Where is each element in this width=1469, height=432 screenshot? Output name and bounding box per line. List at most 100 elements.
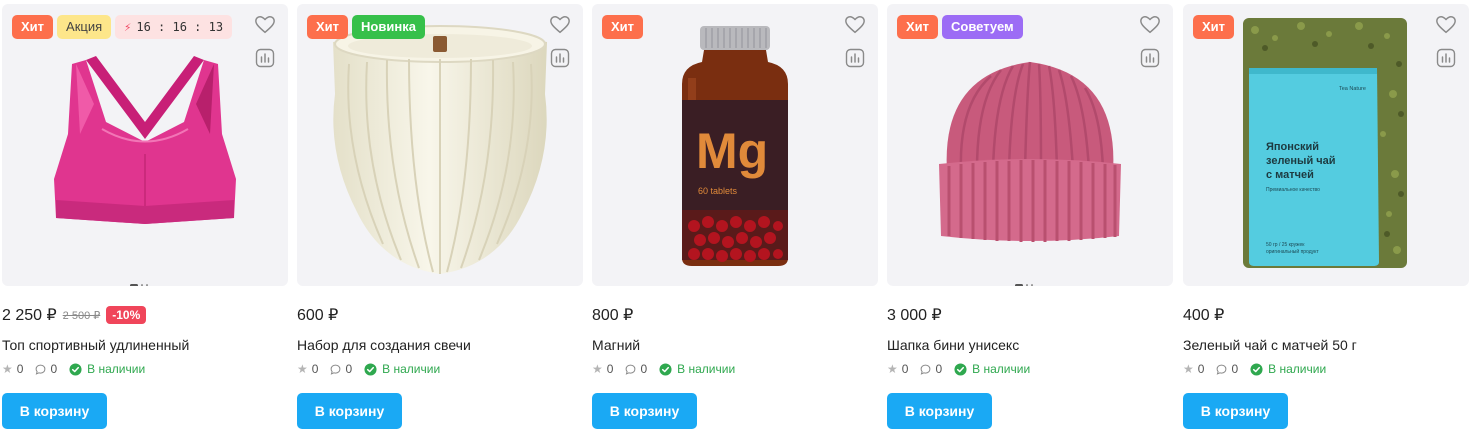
pouch-footer-2: оригинальный продукт: [1266, 248, 1319, 255]
current-price: 3 000 ₽: [887, 307, 942, 324]
product-image-area[interactable]: Хит Советуем: [887, 4, 1173, 286]
product-image-area[interactable]: Mg 60 tablets Хит: [592, 4, 878, 286]
product-meta: ★ 0 0 В наличии: [297, 361, 440, 377]
rating-count: 0: [901, 362, 909, 376]
pouch-line-3: с матчей: [1266, 169, 1314, 181]
current-price: 2 250 ₽: [2, 307, 57, 324]
reviews-count: 0: [345, 362, 353, 376]
price-row: 3 000 ₽: [887, 304, 942, 326]
price-row: 2 250 ₽ 2 500 ₽ -10%: [2, 304, 147, 326]
star-icon: ★: [2, 362, 13, 376]
comment-icon: [331, 364, 341, 375]
product-card: Хит Новинка 600 ₽ Набор для создания све…: [297, 4, 583, 430]
stock-status: В наличии: [87, 362, 146, 376]
rating-count: 0: [1197, 362, 1205, 376]
reviews-count: 0: [50, 362, 58, 376]
product-meta: ★ 0 0 В наличии: [887, 361, 1030, 377]
reviews-count: 0: [1231, 362, 1239, 376]
compare-chart-icon[interactable]: [845, 48, 865, 68]
product-meta: ★ 0 0 В наличии: [2, 361, 145, 377]
product-image-beanie[interactable]: [887, 4, 1173, 286]
old-price: 2 500 ₽: [62, 309, 101, 322]
add-to-cart-button[interactable]: В корзину: [592, 393, 697, 429]
price-row: 400 ₽: [1183, 304, 1224, 326]
current-price: 600 ₽: [297, 307, 339, 324]
current-price: 800 ₽: [592, 307, 634, 324]
product-meta: ★ 0 0 В наличии: [592, 361, 735, 377]
star-icon: ★: [887, 362, 898, 376]
stock-status: В наличии: [1268, 362, 1327, 376]
rating-count: 0: [16, 362, 24, 376]
badge-sale: Акция: [57, 15, 112, 39]
compare-chart-icon[interactable]: [1140, 48, 1160, 68]
timer-value: 16 : 16 : 13: [136, 20, 224, 34]
compare-chart-icon[interactable]: [550, 48, 570, 68]
product-title[interactable]: Зеленый чай с матчей 50 г: [1183, 337, 1357, 353]
badge-hit: Хит: [307, 15, 349, 39]
comment-icon: [921, 364, 931, 375]
price-row: 600 ₽: [297, 304, 338, 326]
product-title[interactable]: Набор для создания свечи: [297, 337, 471, 353]
check-circle-icon: [364, 362, 377, 376]
comment-icon: [1217, 364, 1227, 375]
product-card: Mg 60 tablets Хит 800 ₽ Магний ★ 0 0 В н…: [592, 4, 878, 430]
add-to-cart-button[interactable]: В корзину: [887, 393, 992, 429]
pouch-footer-1: 50 гр / 25 кружек: [1266, 242, 1305, 248]
badge-hit: Хит: [1193, 15, 1235, 39]
comment-icon: [36, 364, 46, 375]
heart-icon[interactable]: [549, 14, 571, 36]
pouch-line-1: Японский: [1266, 141, 1319, 153]
star-icon: ★: [1183, 362, 1194, 376]
pouch-line-2: зеленый чай: [1266, 155, 1336, 167]
product-image-sports-top[interactable]: [2, 4, 288, 286]
product-image-candle[interactable]: [297, 4, 583, 286]
bottle-label-big: Mg: [696, 123, 768, 179]
product-card: Хит Акция ⚡ 16 : 16 : 13 2 250 ₽ 2 500 ₽…: [2, 4, 288, 430]
rating-count: 0: [606, 362, 614, 376]
countdown-timer: ⚡ 16 : 16 : 13: [115, 15, 233, 39]
pouch-sub: Премиальное качество: [1266, 187, 1320, 193]
comment-icon: [626, 364, 636, 375]
product-title[interactable]: Магний: [592, 337, 640, 353]
badge-hit: Хит: [12, 15, 54, 39]
image-slider-dots[interactable]: [1015, 284, 1045, 286]
product-title[interactable]: Шапка бини унисекс: [887, 337, 1019, 353]
star-icon: ★: [297, 362, 308, 376]
rating-count: 0: [311, 362, 319, 376]
product-card: Tea Nature Японский зеленый чай с матчей…: [1183, 4, 1469, 430]
compare-chart-icon[interactable]: [1436, 48, 1456, 68]
product-title[interactable]: Топ спортивный удлиненный: [2, 337, 189, 353]
stock-status: В наличии: [677, 362, 736, 376]
product-card: Хит Советуем 3 000 ₽ Шапка бини унисекс …: [887, 4, 1173, 430]
heart-icon[interactable]: [254, 14, 276, 36]
check-circle-icon: [659, 362, 672, 376]
badge-hit: Хит: [897, 15, 939, 39]
add-to-cart-button[interactable]: В корзину: [1183, 393, 1288, 429]
badge-hit: Хит: [602, 15, 644, 39]
pouch-brand: Tea Nature: [1339, 86, 1366, 92]
product-image-area[interactable]: Хит Новинка: [297, 4, 583, 286]
product-image-tea-pouch[interactable]: Tea Nature Японский зеленый чай с матчей…: [1183, 4, 1469, 286]
product-image-area[interactable]: Хит Акция ⚡ 16 : 16 : 13: [2, 4, 288, 286]
image-slider-dots[interactable]: [130, 284, 160, 286]
check-circle-icon: [69, 362, 82, 376]
add-to-cart-button[interactable]: В корзину: [2, 393, 107, 429]
check-circle-icon: [1250, 362, 1263, 376]
heart-icon[interactable]: [844, 14, 866, 36]
product-image-area[interactable]: Tea Nature Японский зеленый чай с матчей…: [1183, 4, 1469, 286]
heart-icon[interactable]: [1139, 14, 1161, 36]
stock-status: В наличии: [972, 362, 1031, 376]
bottle-label-small: 60 tablets: [698, 186, 738, 196]
product-grid: Хит Акция ⚡ 16 : 16 : 13 2 250 ₽ 2 500 ₽…: [0, 0, 1469, 432]
price-row: 800 ₽: [592, 304, 633, 326]
star-icon: ★: [592, 362, 603, 376]
stock-status: В наличии: [382, 362, 441, 376]
product-meta: ★ 0 0 В наличии: [1183, 361, 1326, 377]
heart-icon[interactable]: [1435, 14, 1457, 36]
reviews-count: 0: [640, 362, 648, 376]
badge-recommend: Советуем: [942, 15, 1023, 39]
compare-chart-icon[interactable]: [255, 48, 275, 68]
check-circle-icon: [954, 362, 967, 376]
product-image-magnesium-bottle[interactable]: Mg 60 tablets: [592, 4, 878, 286]
add-to-cart-button[interactable]: В корзину: [297, 393, 402, 429]
